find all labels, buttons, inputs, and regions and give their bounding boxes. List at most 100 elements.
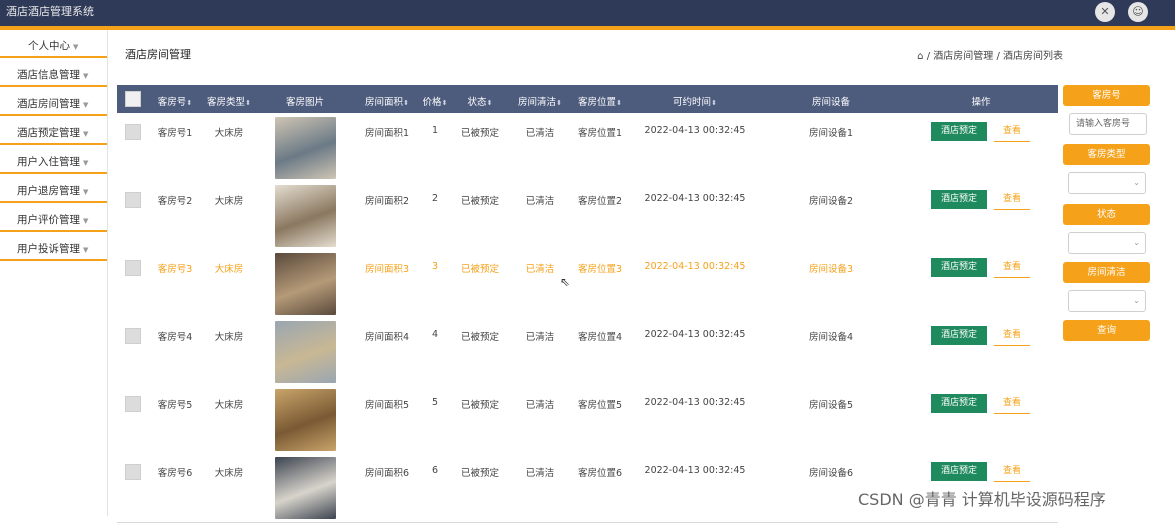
row-checkbox[interactable] [125,192,141,208]
view-button[interactable]: 查看 [994,462,1030,482]
book-button[interactable]: 酒店预定 [931,190,987,209]
cell-type: 大床房 [214,468,244,479]
chevron-down-icon: ▼ [83,188,89,196]
cell-status: 已被预定 [460,332,500,343]
room-filter-label[interactable]: 客房号 [1063,85,1150,106]
status-filter-label[interactable]: 状态 [1063,204,1150,225]
book-button[interactable]: 酒店预定 [931,326,987,345]
column-header-label: 操作 [971,97,991,108]
view-button[interactable]: 查看 [994,258,1030,278]
sort-icon: ⬍ [245,99,251,107]
status-select[interactable]: ⌄ [1068,232,1146,254]
table-row: 客房号5 大床房 房间面积5 5 已被预定 已清洁 客房位置5 2022-04-… [117,386,1058,455]
column-header-location[interactable]: 客房位置⬍ [578,94,622,108]
column-header-label: 房间设备 [811,97,851,108]
cell-clean: 已清洁 [525,264,555,275]
clean-filter-label[interactable]: 房间清洁 [1063,262,1150,283]
type-filter-label[interactable]: 客房类型 [1063,144,1150,165]
view-button[interactable]: 查看 [994,394,1030,414]
clean-select[interactable]: ⌄ [1068,290,1146,312]
room-image[interactable] [275,457,336,519]
top-bar-accent [0,26,1175,30]
row-checkbox[interactable] [125,464,141,480]
row-checkbox[interactable] [125,124,141,140]
row-checkbox[interactable] [125,260,141,276]
view-button[interactable]: 查看 [994,122,1030,142]
row-checkbox[interactable] [125,328,141,344]
chevron-down-icon: ▼ [83,159,89,167]
column-header-label: 价格 [422,97,442,108]
book-button[interactable]: 酒店预定 [931,394,987,413]
cell-time: 2022-04-13 00:32:45 [644,193,746,204]
sidebar-item-complaint-management[interactable]: 用户投诉管理 ▼ [0,233,107,261]
user-icon[interactable]: ☺ [1128,2,1148,22]
sidebar-item-personal-center[interactable]: 个人中心 ▼ [0,30,107,58]
cell-location: 客房位置5 [577,400,623,411]
type-select[interactable]: ⌄ [1068,172,1146,194]
top-bar: 酒店酒店管理系统 ✕ ☺ [0,0,1175,26]
cell-location: 客房位置2 [577,196,623,207]
room-image[interactable] [275,185,336,247]
column-header-image: 客房图片 [286,94,324,108]
view-button[interactable]: 查看 [994,326,1030,346]
room-number-input[interactable]: 请输入客房号 [1069,113,1147,135]
column-header-status[interactable]: 状态⬍ [468,94,493,108]
cell-room: 客房号5 [157,400,193,411]
column-header-area[interactable]: 房间面积⬍ [365,94,409,108]
sidebar-item-checkout-management[interactable]: 用户退房管理 ▼ [0,175,107,203]
breadcrumb: ⌂ / 酒店房间管理 / 酒店房间列表 [917,51,1063,62]
cell-area: 房间面积3 [364,264,410,275]
chevron-down-icon: ▼ [73,43,79,51]
sidebar-item-label: 酒店预定管理 [17,127,80,139]
cell-price: 4 [431,329,439,340]
sidebar-item-review-management[interactable]: 用户评价管理 ▼ [0,204,107,232]
book-button[interactable]: 酒店预定 [931,258,987,277]
sidebar-item-checkin-management[interactable]: 用户入住管理 ▼ [0,146,107,174]
room-image[interactable] [275,321,336,383]
column-header-label: 客房位置 [578,97,617,108]
select-all-checkbox[interactable] [125,91,141,107]
cell-clean: 已清洁 [525,468,555,479]
sidebar-item-label: 用户退房管理 [17,185,80,197]
sidebar-item-label: 酒店信息管理 [17,69,80,81]
column-header-clean[interactable]: 房间清洁⬍ [518,94,562,108]
sort-icon: ⬍ [441,99,448,107]
room-image[interactable] [275,253,336,315]
sidebar-item-label: 用户投诉管理 [17,243,80,255]
breadcrumb-text[interactable]: 酒店房间管理 / 酒店房间列表 [933,51,1063,62]
app-title: 酒店酒店管理系统 [6,5,94,18]
cell-time: 2022-04-13 00:32:45 [644,261,746,272]
cell-type: 大床房 [214,332,244,343]
column-header-room[interactable]: 客房号⬍ [158,94,192,108]
column-header-time[interactable]: 可约时间⬍ [673,94,717,108]
sidebar-item-label: 用户评价管理 [17,214,80,226]
cell-type: 大床房 [214,400,244,411]
mouse-cursor-icon: ⇖ [560,275,571,289]
room-image[interactable] [275,389,336,451]
cell-room: 客房号2 [157,196,193,207]
cell-time: 2022-04-13 00:32:45 [644,329,746,340]
column-header-type[interactable]: 客房类型⬍ [207,94,251,108]
sort-icon: ⬍ [616,99,622,107]
cell-location: 客房位置6 [577,468,623,479]
close-icon[interactable]: ✕ [1095,2,1115,22]
sidebar-item-hotel-info[interactable]: 酒店信息管理 ▼ [0,59,107,87]
cell-equipment: 房间设备1 [808,128,854,139]
home-icon[interactable]: ⌂ [917,51,923,62]
view-button[interactable]: 查看 [994,190,1030,210]
book-button[interactable]: 酒店预定 [931,122,987,141]
cell-status: 已被预定 [460,264,500,275]
cell-location: 客房位置4 [577,332,623,343]
cell-price: 6 [431,465,439,476]
cell-price: 2 [431,193,439,204]
sidebar-item-booking-management[interactable]: 酒店预定管理 ▼ [0,117,107,145]
column-header-price[interactable]: 价格⬍ [423,94,448,108]
cell-clean: 已清洁 [525,400,555,411]
query-button[interactable]: 查询 [1063,320,1150,341]
page-title: 酒店房间管理 [125,48,191,61]
room-image[interactable] [275,117,336,179]
row-checkbox[interactable] [125,396,141,412]
sidebar-item-room-management[interactable]: 酒店房间管理 ▼ [0,88,107,116]
book-button[interactable]: 酒店预定 [931,462,987,481]
chevron-down-icon: ⌄ [1133,296,1140,305]
